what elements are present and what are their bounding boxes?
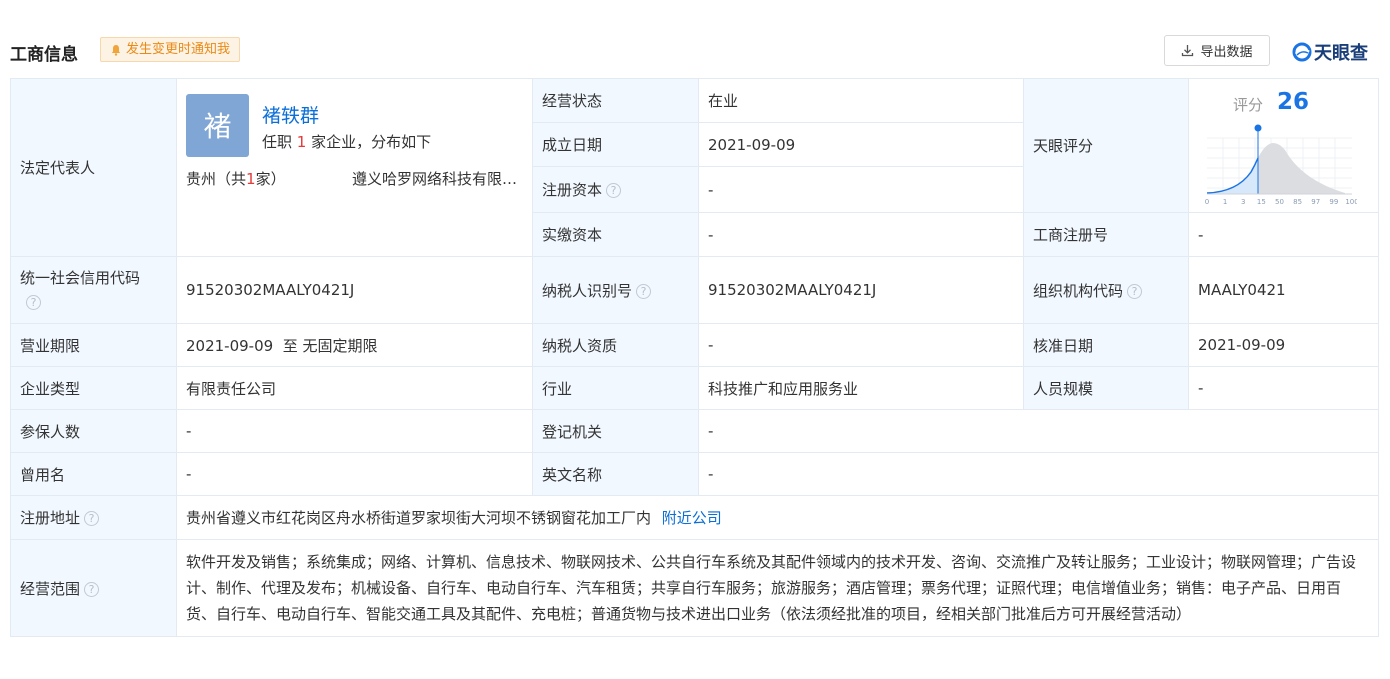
positions-count: 1 [296,132,307,151]
term-value: 2021-09-09 至 无固定期限 [176,323,533,367]
score-tick-label: 100 [1345,198,1357,206]
founded-value: 2021-09-09 [698,122,1024,167]
paid-capital-value: - [698,212,1024,257]
notify-button[interactable]: 发生变更时通知我 [100,37,241,62]
score-tick-label: 99 [1329,198,1338,206]
brand-name: 天眼查 [1314,43,1368,64]
brand-logo[interactable]: 天眼查 [1292,39,1368,65]
avatar[interactable]: 褚 [186,93,249,157]
scope-label: 经营范围? [10,539,177,637]
approval-date-label: 核准日期 [1023,323,1189,367]
term-label: 营业期限 [10,323,177,367]
score-tick-label: 85 [1293,198,1302,206]
company-type-label: 企业类型 [10,366,177,410]
export-data-button[interactable]: 导出数据 [1164,35,1270,66]
reg-authority-value: - [698,409,1379,453]
staff-size-label: 人员规模 [1023,366,1189,410]
help-icon[interactable]: ? [1127,283,1143,299]
scope-value: 软件开发及销售；系统集成；网络、计算机、信息技术、物联网技术、公共自行车系统及其… [176,539,1379,637]
legal-rep-cell: 褚 褚轶群 任职 1 家企业，分布如下 贵州（共1家） 遵义哈罗网络科技有限公司 [176,78,533,257]
nearby-companies-link[interactable]: 附近公司 [662,509,722,527]
industry-label: 行业 [532,366,699,410]
legal-rep-positions: 任职 1 家企业，分布如下 [262,132,432,151]
score-tick-label: 97 [1311,198,1320,206]
help-icon[interactable]: ? [84,581,100,597]
status-label: 经营状态 [532,78,699,123]
score-value: 26 [1277,88,1310,115]
biz-reg-no-value: - [1188,212,1379,257]
score-tick-label: 15 [1257,198,1266,206]
insured-value: - [176,409,533,453]
legal-rep-name-link[interactable]: 褚轶群 [262,101,319,128]
taxpayer-id-label: 纳税人识别号? [532,256,699,324]
section-header: 工商信息 发生变更时通知我 导出数据 天眼查 [10,35,1378,68]
score-tick-label: 1 [1223,198,1227,206]
taxpayer-qual-value: - [698,323,1024,367]
org-code-value: MAALY0421 [1188,256,1379,324]
reg-capital-value: - [698,166,1024,213]
help-icon[interactable]: ? [606,183,622,198]
english-name-value: - [698,452,1379,496]
reg-authority-label: 登记机关 [532,409,699,453]
approval-date-value: 2021-09-09 [1188,323,1379,367]
export-label: 导出数据 [1200,45,1253,60]
score-cell[interactable]: 评分 26 0 1 3 15 50 85 97 99 100 [1188,78,1379,213]
score-tick-label: 0 [1205,198,1209,206]
org-code-label: 组织机构代码? [1023,256,1189,324]
paid-capital-label: 实缴资本 [532,212,699,257]
legal-rep-region: 贵州（共1家） [186,169,286,188]
taxpayer-id-value: 91520302MAALY0421J [698,256,1024,324]
help-icon[interactable]: ? [84,511,100,526]
founded-label: 成立日期 [532,122,699,167]
address-value: 贵州省遵义市红花岗区舟水桥街道罗家坝街大河坝不锈钢窗花加工厂内 附近公司 [176,495,1379,540]
former-name-label: 曾用名 [10,452,177,496]
bell-icon [111,44,121,56]
notify-label: 发生变更时通知我 [126,42,231,57]
industry-value: 科技推广和应用服务业 [698,366,1024,410]
tianyancha-logo-icon [1292,42,1312,62]
company-type-value: 有限责任公司 [176,366,533,410]
credit-code-label: 统一社会信用代码? [10,256,177,324]
insured-label: 参保人数 [10,409,177,453]
score-label: 评分 [1233,95,1264,114]
credit-code-value: 91520302MAALY0421J [176,256,533,324]
score-tick-label: 50 [1275,198,1284,206]
help-icon[interactable]: ? [636,283,652,299]
score-distribution-chart: 0 1 3 15 50 85 97 99 100 [1205,124,1357,206]
tianyan-score-label: 天眼评分 [1023,78,1189,213]
legal-rep-company-link[interactable]: 遵义哈罗网络科技有限公司 [352,168,522,189]
business-info-table: 法定代表人 褚 褚轶群 任职 1 家企业，分布如下 贵州（共1家） 遵义哈罗网络… [10,78,1379,637]
status-value: 在业 [698,78,1024,123]
former-name-value: - [176,452,533,496]
staff-size-value: - [1188,366,1379,410]
help-icon[interactable]: ? [26,295,41,310]
taxpayer-qual-label: 纳税人资质 [532,323,699,367]
section-title: 工商信息 [10,45,78,65]
download-icon [1182,45,1194,57]
legal-rep-label: 法定代表人 [10,78,177,257]
biz-reg-no-label: 工商注册号 [1023,212,1189,257]
reg-capital-label: 注册资本? [532,166,699,213]
score-tick-label: 3 [1241,198,1245,206]
english-name-label: 英文名称 [532,452,699,496]
address-label: 注册地址? [10,495,177,540]
